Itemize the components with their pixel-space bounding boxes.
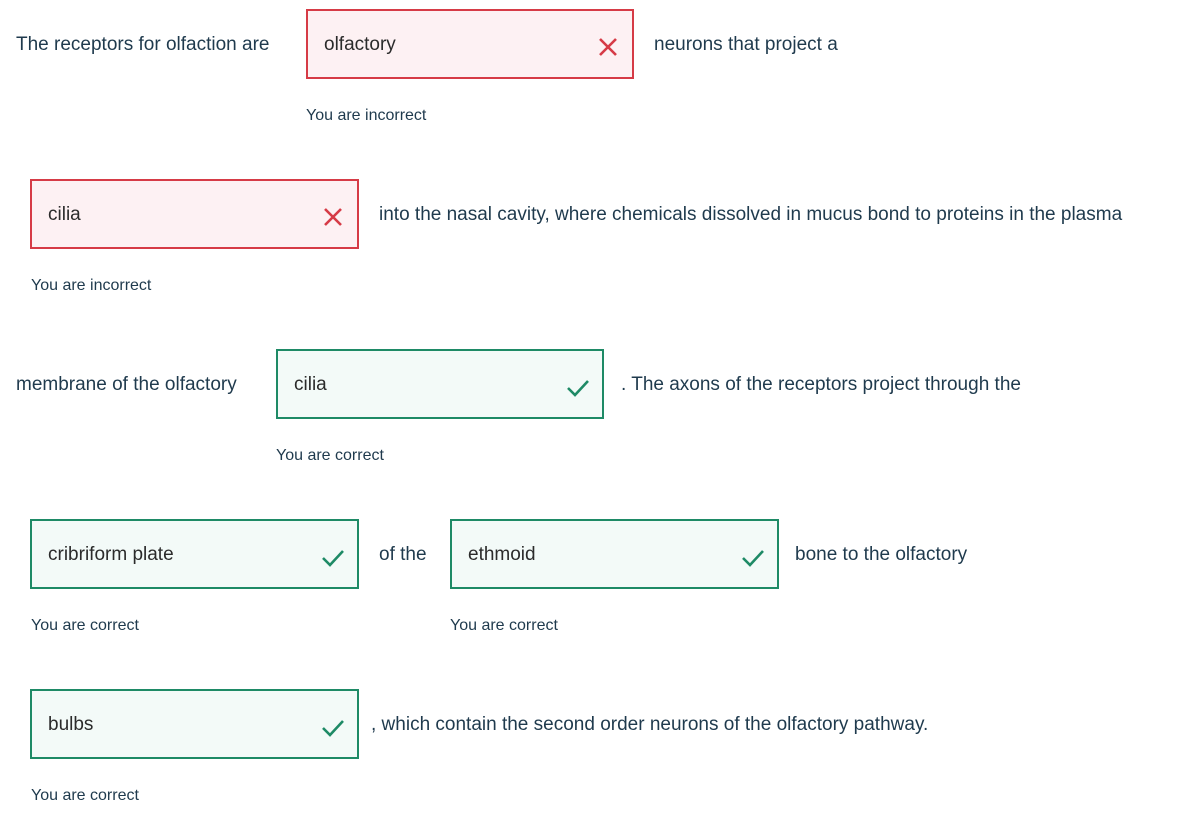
answer-value: bulbs bbox=[48, 714, 94, 735]
check-icon bbox=[567, 380, 589, 397]
answer-blank-5[interactable]: ethmoid bbox=[450, 519, 779, 589]
sentence-segment-8: , which contain the second order neurons… bbox=[371, 714, 929, 735]
check-icon bbox=[322, 720, 344, 737]
sentence-segment-5: . The axons of the receptors project thr… bbox=[621, 374, 1021, 395]
feedback-message: You are correct bbox=[450, 617, 558, 634]
sentence-segment-7: bone to the olfactory bbox=[795, 544, 968, 565]
answer-blank-6[interactable]: bulbs bbox=[30, 689, 359, 759]
feedback-message: You are correct bbox=[276, 447, 384, 464]
feedback-message: You are incorrect bbox=[31, 277, 152, 294]
sentence-segment-1: The receptors for olfaction are bbox=[16, 34, 270, 55]
answer-blank-1[interactable]: olfactory bbox=[306, 9, 634, 79]
answer-blank-2[interactable]: cilia bbox=[30, 179, 359, 249]
answer-value: ethmoid bbox=[468, 544, 536, 565]
answer-value: cilia bbox=[48, 204, 81, 225]
feedback-message: You are incorrect bbox=[306, 107, 427, 124]
sentence-segment-4: membrane of the olfactory bbox=[16, 374, 237, 395]
check-icon bbox=[322, 550, 344, 567]
answer-blank-3[interactable]: cilia bbox=[276, 349, 604, 419]
sentence-segment-6: of the bbox=[379, 544, 427, 565]
feedback-message: You are correct bbox=[31, 787, 139, 804]
x-icon bbox=[324, 208, 342, 226]
feedback-message: You are correct bbox=[31, 617, 139, 634]
answer-value: cilia bbox=[294, 374, 327, 395]
answer-blank-4[interactable]: cribriform plate bbox=[30, 519, 359, 589]
check-icon bbox=[742, 550, 764, 567]
answer-value: olfactory bbox=[324, 34, 396, 55]
answer-value: cribriform plate bbox=[48, 544, 174, 565]
sentence-segment-3: into the nasal cavity, where chemicals d… bbox=[379, 204, 1123, 225]
x-icon bbox=[599, 38, 617, 56]
sentence-segment-2: neurons that project a bbox=[654, 34, 838, 55]
